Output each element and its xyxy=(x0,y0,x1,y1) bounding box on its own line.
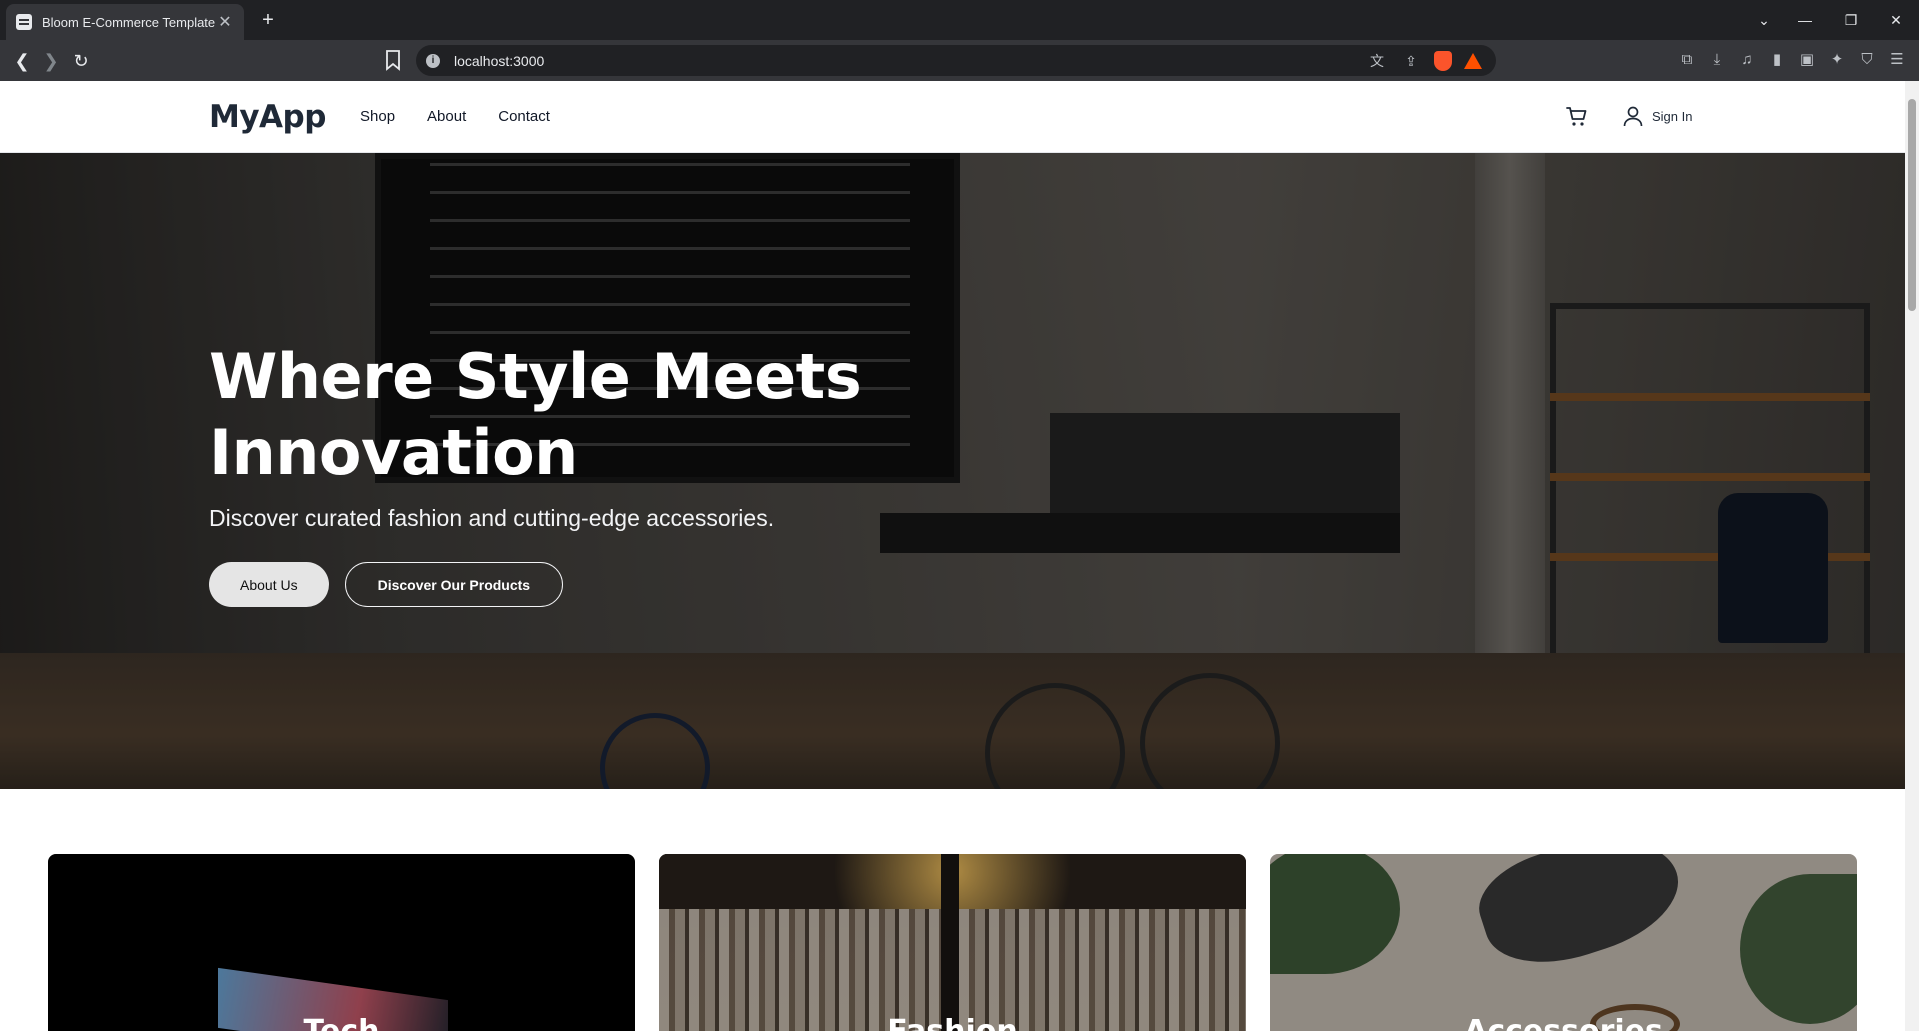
downloads-icon[interactable]: ⤓ xyxy=(1706,49,1728,71)
site-logo[interactable]: MyApp xyxy=(209,99,326,135)
bookmark-icon[interactable] xyxy=(384,49,402,71)
site-header: MyApp Shop About Contact Sign In xyxy=(0,81,1905,153)
brave-rewards-icon[interactable] xyxy=(1464,52,1482,69)
scrollbar-thumb[interactable] xyxy=(1908,99,1916,311)
brave-shields-icon[interactable] xyxy=(1434,50,1452,71)
hero-section: Where Style Meets Innovation Discover cu… xyxy=(0,153,1905,789)
category-label: Tech xyxy=(48,1014,635,1031)
site-info-icon[interactable]: i xyxy=(426,53,440,68)
hero-title-line2: Innovation xyxy=(209,416,578,489)
wallet-icon[interactable]: ▣ xyxy=(1796,49,1818,71)
media-icon[interactable]: ♫ xyxy=(1736,49,1758,71)
sidebar-icon[interactable]: ▮ xyxy=(1766,49,1788,71)
tab-search-chevron-icon[interactable]: ⌄ xyxy=(1741,0,1787,40)
category-cards: Tech Fashion Accessories xyxy=(48,854,1857,1031)
user-icon xyxy=(1623,106,1643,127)
tab-title: Bloom E-Commerce Template xyxy=(42,14,216,30)
main-nav: Shop About Contact xyxy=(360,108,550,125)
sign-in-button[interactable]: Sign In xyxy=(1622,105,1692,127)
discover-products-button[interactable]: Discover Our Products xyxy=(344,562,564,607)
hero-content: Where Style Meets Innovation Discover cu… xyxy=(209,339,969,607)
address-bar[interactable]: i localhost:3000 文 ⇪ xyxy=(416,45,1496,76)
window-close-button[interactable]: ✕ xyxy=(1873,0,1919,40)
nav-contact[interactable]: Contact xyxy=(498,108,550,125)
cart-icon[interactable] xyxy=(1565,105,1589,129)
tab-close-icon[interactable]: ✕ xyxy=(216,12,234,32)
new-tab-button[interactable]: + xyxy=(254,6,282,34)
menu-icon[interactable]: ☰ xyxy=(1886,49,1908,71)
page-viewport: MyApp Shop About Contact Sign In Where S… xyxy=(0,81,1905,1031)
translate-icon[interactable]: 文 xyxy=(1366,50,1388,72)
category-label: Fashion xyxy=(659,1014,1246,1031)
vpn-icon[interactable]: ⛉ xyxy=(1856,49,1878,71)
back-arrow-icon[interactable]: ❮ xyxy=(9,48,35,74)
browser-tab-bar: Bloom E-Commerce Template ✕ + ⌄ — ❐ ✕ xyxy=(0,0,1919,40)
address-url[interactable]: localhost:3000 xyxy=(454,53,1366,69)
nav-about[interactable]: About xyxy=(427,108,466,125)
restore-button[interactable]: ❐ xyxy=(1828,0,1874,40)
about-us-button[interactable]: About Us xyxy=(209,562,329,607)
browser-tab[interactable]: Bloom E-Commerce Template ✕ xyxy=(6,4,244,40)
hero-actions: About Us Discover Our Products xyxy=(209,562,969,607)
forward-arrow-icon[interactable]: ❯ xyxy=(38,48,64,74)
page-scrollbar[interactable] xyxy=(1905,81,1919,1031)
reload-icon[interactable]: ↻ xyxy=(68,48,94,74)
share-icon[interactable]: ⇪ xyxy=(1400,50,1422,72)
leo-ai-icon[interactable]: ✦ xyxy=(1826,49,1848,71)
category-card-accessories[interactable]: Accessories xyxy=(1270,854,1857,1031)
hero-subtitle: Discover curated fashion and cutting-edg… xyxy=(209,505,775,531)
card-overlay xyxy=(1270,854,1857,1031)
hero-title-line1: Where Style Meets xyxy=(209,340,862,413)
minimize-button[interactable]: — xyxy=(1782,0,1828,40)
hero-title: Where Style Meets Innovation xyxy=(209,339,969,491)
category-label: Accessories xyxy=(1270,1014,1857,1031)
browser-toolbar: ❮ ❯ ↻ i localhost:3000 文 ⇪ ⧉ ⤓ ♫ ▮ ▣ ✦ ⛉… xyxy=(0,40,1919,81)
category-card-fashion[interactable]: Fashion xyxy=(659,854,1246,1031)
card-overlay xyxy=(659,854,1246,1031)
nav-shop[interactable]: Shop xyxy=(360,108,395,125)
card-overlay xyxy=(48,854,635,1031)
tab-favicon-icon xyxy=(16,14,32,30)
category-card-tech[interactable]: Tech xyxy=(48,854,635,1031)
sign-in-label: Sign In xyxy=(1652,108,1693,124)
extensions-icon[interactable]: ⧉ xyxy=(1676,49,1698,71)
